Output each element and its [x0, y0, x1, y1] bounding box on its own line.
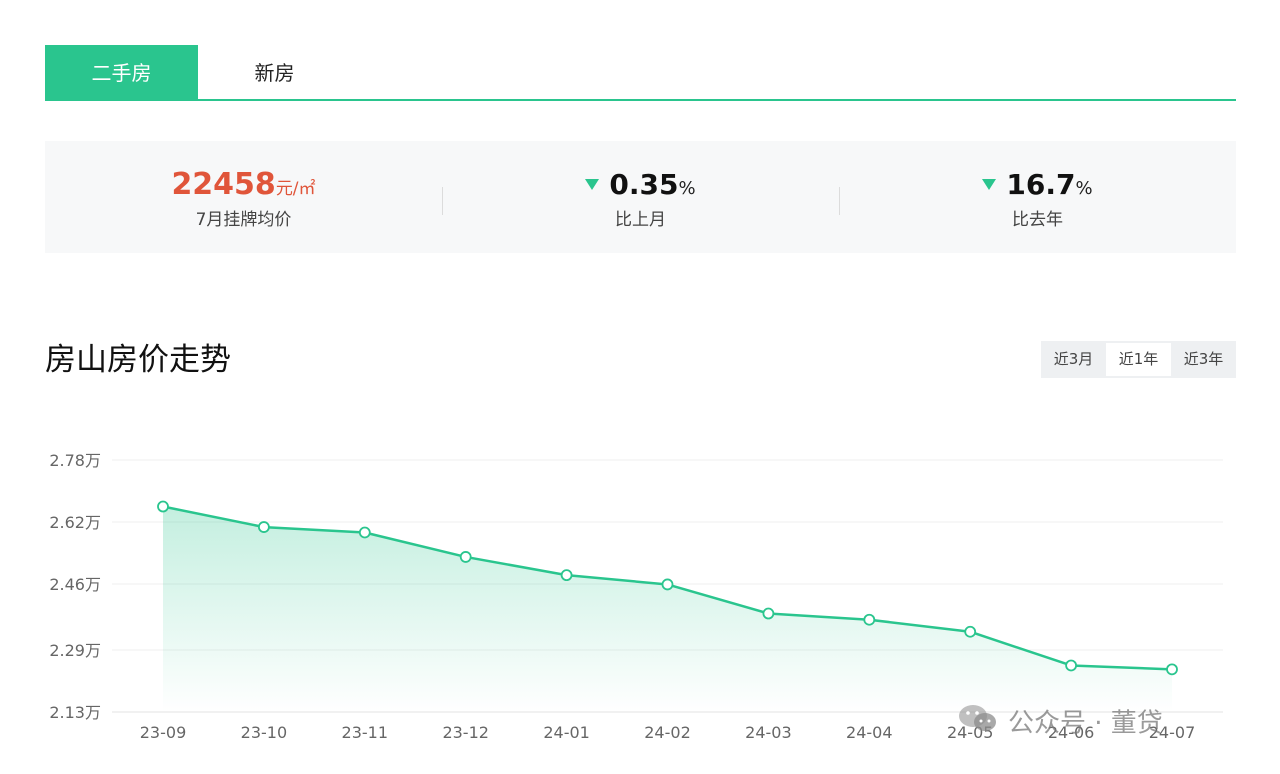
data-point [157, 500, 169, 513]
watermark-text: 公众号 · 董贷 [1008, 708, 1163, 739]
avg-price-label: 7月挂牌均价 [195, 210, 292, 230]
x-tick-label: 24-04 [846, 723, 893, 742]
x-tick-label: 23-11 [342, 723, 389, 742]
chart-title: 房山房价走势 [45, 342, 231, 378]
listing-type-tabs: 二手房 新房 [45, 45, 1236, 101]
yoy-change-percent: % [1075, 178, 1093, 199]
mom-change-label: 比上月 [615, 210, 666, 230]
mom-change-stat: 0.35% 比上月 [442, 141, 839, 253]
yoy-change-label: 比去年 [1012, 210, 1063, 230]
y-tick-label: 2.62万 [49, 513, 101, 532]
watermark: 公众号 · 董贷 [958, 702, 1163, 742]
tab-new-homes[interactable]: 新房 [198, 45, 351, 99]
data-point [964, 625, 977, 638]
price-area-fill [163, 506, 1172, 712]
data-point [358, 526, 371, 539]
down-arrow-icon [585, 179, 600, 190]
data-point [1166, 663, 1178, 676]
x-tick-label: 24-03 [745, 723, 792, 742]
data-point [661, 578, 674, 591]
mom-change-percent: % [678, 178, 696, 199]
range-1-year[interactable]: 近1年 [1106, 343, 1171, 376]
range-3-years[interactable]: 近3年 [1171, 341, 1236, 378]
yoy-change-stat: 16.7% 比去年 [839, 141, 1236, 253]
range-3-months[interactable]: 近3月 [1041, 341, 1106, 378]
x-tick-label: 23-12 [442, 723, 489, 742]
avg-price-stat: 22458元/㎡ 7月挂牌均价 [45, 141, 442, 253]
x-tick-label: 23-09 [140, 723, 187, 742]
y-tick-label: 2.29万 [49, 641, 101, 660]
data-point [863, 613, 876, 626]
avg-price-value: 22458 [171, 167, 276, 202]
price-stats-bar: 22458元/㎡ 7月挂牌均价 0.35% 比上月 16.7% 比去年 [45, 141, 1236, 253]
x-tick-label: 23-10 [241, 723, 288, 742]
mom-change-value: 0.35 [609, 168, 679, 201]
data-point [459, 551, 472, 563]
data-point [1065, 659, 1077, 672]
down-arrow-icon [982, 179, 997, 190]
data-point [762, 607, 775, 620]
time-range-selector: 近3月 近1年 近3年 [1041, 341, 1236, 378]
tab-second-hand[interactable]: 二手房 [45, 45, 198, 99]
wechat-icon [958, 702, 998, 746]
x-tick-label: 24-02 [644, 723, 691, 742]
data-point [257, 521, 270, 533]
data-point [560, 569, 573, 582]
x-tick-label: 24-01 [543, 723, 590, 742]
y-tick-label: 2.78万 [49, 451, 101, 470]
y-tick-label: 2.46万 [49, 575, 101, 594]
yoy-change-value: 16.7 [1006, 168, 1076, 201]
avg-price-unit: 元/㎡ [275, 179, 316, 199]
y-tick-label: 2.13万 [49, 703, 101, 722]
